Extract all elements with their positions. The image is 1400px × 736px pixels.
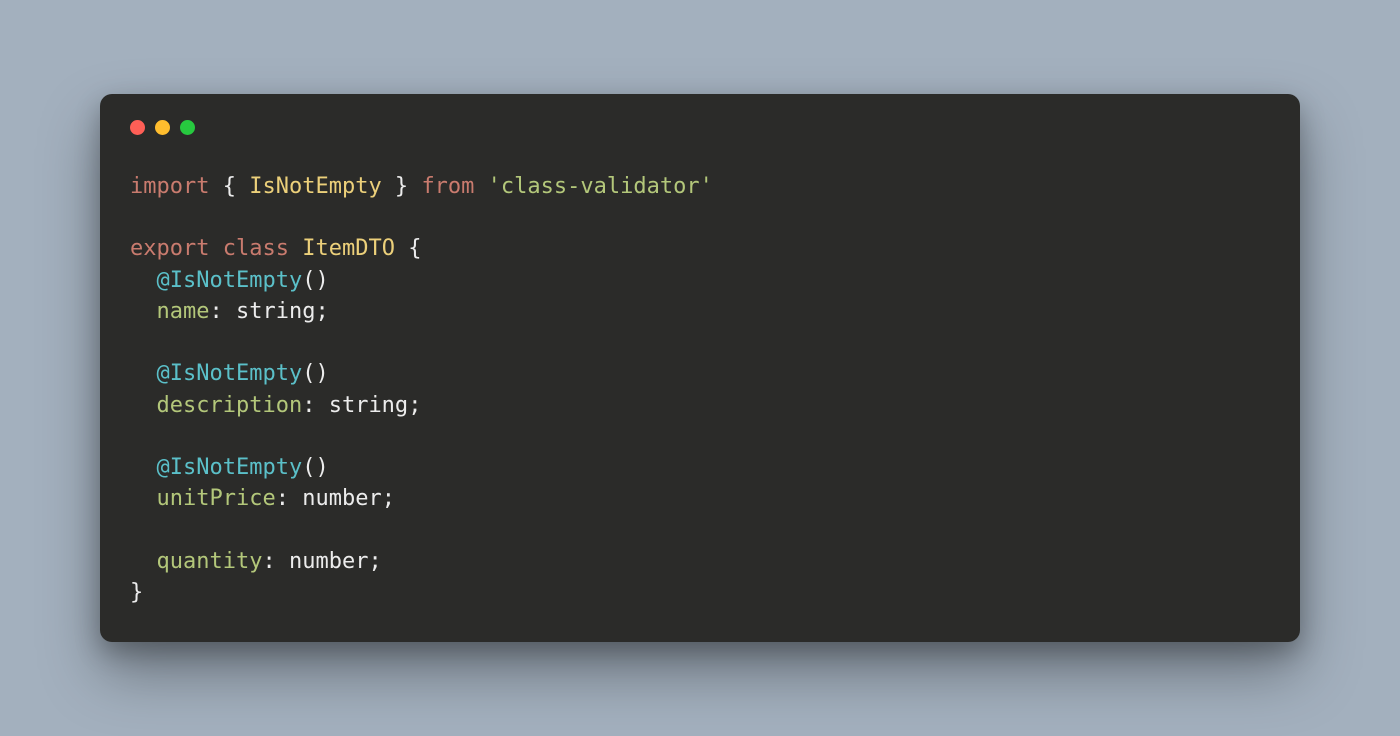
brace-close: } <box>382 174 409 199</box>
field-type: string <box>329 393 408 418</box>
colon: : <box>262 549 289 574</box>
decorator: @IsNotEmpty <box>157 268 303 293</box>
module-string: 'class-validator' <box>488 174 713 199</box>
keyword-from: from <box>421 174 474 199</box>
field-name: unitPrice <box>157 486 276 511</box>
code-block: import { IsNotEmpty } from 'class-valida… <box>130 171 1270 608</box>
semicolon: ; <box>315 299 328 324</box>
decorator-parens: () <box>302 361 329 386</box>
decorator-parens: () <box>302 455 329 480</box>
decorator: @IsNotEmpty <box>157 361 303 386</box>
semicolon: ; <box>382 486 395 511</box>
code-window: import { IsNotEmpty } from 'class-valida… <box>100 94 1300 642</box>
field-name: name <box>157 299 210 324</box>
indent <box>130 299 157 324</box>
zoom-icon[interactable] <box>180 120 195 135</box>
colon: : <box>276 486 303 511</box>
semicolon: ; <box>408 393 421 418</box>
semicolon: ; <box>368 549 381 574</box>
colon: : <box>209 299 236 324</box>
field-type: number <box>289 549 368 574</box>
class-open-brace: { <box>408 236 421 261</box>
indent <box>130 549 157 574</box>
indent <box>130 455 157 480</box>
field-type: number <box>302 486 381 511</box>
indent <box>130 393 157 418</box>
close-icon[interactable] <box>130 120 145 135</box>
decorator-parens: () <box>302 268 329 293</box>
field-name: quantity <box>157 549 263 574</box>
class-name: ItemDTO <box>302 236 395 261</box>
brace-open: { <box>223 174 250 199</box>
decorator: @IsNotEmpty <box>157 455 303 480</box>
class-close-brace: } <box>130 580 143 605</box>
indent <box>130 361 157 386</box>
keyword-import: import <box>130 174 209 199</box>
imported-identifier: IsNotEmpty <box>249 174 381 199</box>
minimize-icon[interactable] <box>155 120 170 135</box>
indent <box>130 486 157 511</box>
colon: : <box>302 393 329 418</box>
field-type: string <box>236 299 315 324</box>
field-name: description <box>157 393 303 418</box>
window-controls <box>130 120 1270 135</box>
indent <box>130 268 157 293</box>
keyword-class: class <box>223 236 289 261</box>
keyword-export: export <box>130 236 209 261</box>
